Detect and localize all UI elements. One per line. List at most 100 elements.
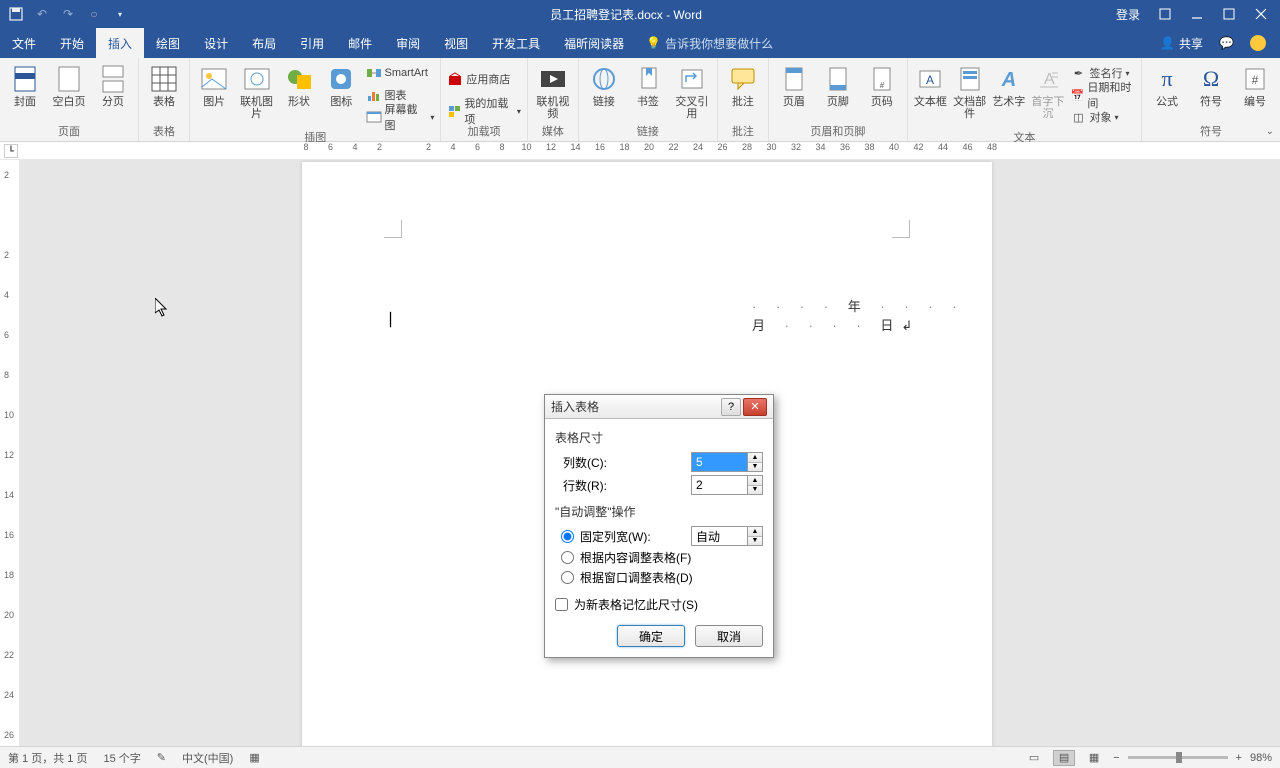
feedback-icon[interactable]: 💬 bbox=[1219, 36, 1234, 50]
fixed-width-input[interactable] bbox=[692, 527, 747, 545]
cancel-button[interactable]: 取消 bbox=[695, 625, 763, 647]
undo-icon[interactable]: ↶ bbox=[34, 6, 50, 22]
minimize-icon[interactable] bbox=[1190, 7, 1204, 21]
fixed-width-label[interactable]: 固定列宽(W): bbox=[580, 528, 685, 545]
view-web-icon[interactable]: ▦ bbox=[1083, 750, 1105, 766]
group-pages-label: 页面 bbox=[6, 121, 132, 141]
pagenum-button[interactable]: #页码 bbox=[863, 61, 901, 108]
row-spin-up[interactable]: ▲ bbox=[748, 476, 762, 486]
equation-button[interactable]: π公式 bbox=[1148, 61, 1186, 108]
tab-file[interactable]: 文件 bbox=[0, 28, 48, 58]
spellcheck-icon[interactable]: ✎ bbox=[157, 751, 166, 764]
header-button[interactable]: 页眉 bbox=[775, 61, 813, 108]
icons-button[interactable]: 图标 bbox=[323, 61, 359, 108]
share-button[interactable]: 👤共享 bbox=[1160, 35, 1203, 52]
view-print-icon[interactable]: ▤ bbox=[1053, 750, 1075, 766]
online-picture-button[interactable]: 联机图片 bbox=[238, 61, 274, 120]
tab-layout[interactable]: 布局 bbox=[240, 28, 288, 58]
table-button[interactable]: 表格 bbox=[145, 61, 183, 108]
fit-window-label[interactable]: 根据窗口调整表格(D) bbox=[580, 569, 693, 586]
fixed-width-spinbox[interactable]: ▲▼ bbox=[691, 526, 763, 546]
dialog-close-icon[interactable]: ✕ bbox=[743, 398, 767, 416]
repeat-icon[interactable]: ○ bbox=[86, 6, 102, 22]
rows-spinbox[interactable]: ▲▼ bbox=[691, 475, 763, 495]
tell-me[interactable]: 💡告诉我你想要做什么 bbox=[636, 28, 773, 58]
my-addins-button[interactable]: 我的加载项▾ bbox=[447, 101, 520, 121]
tab-foxit[interactable]: 福昕阅读器 bbox=[552, 28, 636, 58]
fit-window-radio[interactable] bbox=[561, 571, 574, 584]
document-area[interactable]: ▏ · · · · 年 · · · · 月 · · · · 日↲ 插入表格 ? … bbox=[20, 160, 1280, 746]
wordart-button[interactable]: A艺术字 bbox=[992, 61, 1025, 108]
quickparts-button[interactable]: 文档部件 bbox=[953, 61, 986, 120]
datetime-button[interactable]: 📅日期和时间 bbox=[1070, 85, 1135, 105]
tab-insert[interactable]: 插入 bbox=[96, 28, 144, 58]
crossref-button[interactable]: 交叉引用 bbox=[673, 61, 711, 120]
zoom-in-icon[interactable]: + bbox=[1236, 752, 1242, 764]
smartart-button[interactable]: SmartArt bbox=[366, 63, 435, 83]
qat-dropdown-icon[interactable]: ▾ bbox=[112, 6, 128, 22]
smiley-icon[interactable] bbox=[1250, 35, 1266, 51]
status-lang[interactable]: 中文(中国) bbox=[182, 750, 233, 766]
fw-spin-up[interactable]: ▲ bbox=[748, 527, 762, 537]
fw-spin-down[interactable]: ▼ bbox=[748, 537, 762, 546]
collapse-ribbon-icon[interactable]: ⌄ bbox=[1266, 126, 1274, 137]
save-icon[interactable] bbox=[8, 6, 24, 22]
online-video-button[interactable]: 联机视频 bbox=[534, 61, 572, 120]
number-button[interactable]: #编号 bbox=[1236, 61, 1274, 108]
tab-draw[interactable]: 绘图 bbox=[144, 28, 192, 58]
fit-contents-radio[interactable] bbox=[561, 551, 574, 564]
zoom-level[interactable]: 98% bbox=[1250, 752, 1272, 764]
redo-icon[interactable]: ↷ bbox=[60, 6, 76, 22]
tab-review[interactable]: 审阅 bbox=[384, 28, 432, 58]
pagebreak-button[interactable]: 分页 bbox=[94, 61, 132, 108]
object-button[interactable]: ◫对象▾ bbox=[1070, 107, 1135, 127]
symbol-button[interactable]: Ω符号 bbox=[1192, 61, 1230, 108]
columns-input[interactable] bbox=[692, 453, 747, 471]
blank-page-button[interactable]: 空白页 bbox=[50, 61, 88, 108]
close-icon[interactable] bbox=[1254, 7, 1268, 21]
dialog-titlebar[interactable]: 插入表格 ? ✕ bbox=[545, 395, 773, 419]
view-read-icon[interactable]: ▭ bbox=[1023, 750, 1045, 766]
fit-contents-label[interactable]: 根据内容调整表格(F) bbox=[580, 549, 691, 566]
col-spin-up[interactable]: ▲ bbox=[748, 453, 762, 463]
tab-home[interactable]: 开始 bbox=[48, 28, 96, 58]
zoom-thumb[interactable] bbox=[1176, 752, 1182, 763]
ruler-vertical[interactable]: 22468101214161820222426 bbox=[0, 160, 20, 746]
zoom-out-icon[interactable]: − bbox=[1113, 752, 1119, 764]
fixed-width-radio[interactable] bbox=[561, 530, 574, 543]
ribbon-display-icon[interactable] bbox=[1158, 7, 1172, 21]
picture-button[interactable]: 图片 bbox=[196, 61, 232, 108]
footer-button[interactable]: 页脚 bbox=[819, 61, 857, 108]
dropcap-button[interactable]: A首字下沉 bbox=[1031, 61, 1064, 120]
dialog-help-icon[interactable]: ? bbox=[721, 398, 741, 416]
ruler-horizontal[interactable]: ┗ 86422468101214161820222426283032343638… bbox=[0, 142, 1280, 160]
bookmark-button[interactable]: 书签 bbox=[629, 61, 667, 108]
maximize-icon[interactable] bbox=[1222, 7, 1236, 21]
store-button[interactable]: 应用商店 bbox=[447, 69, 520, 89]
status-words[interactable]: 15 个字 bbox=[103, 750, 140, 766]
shapes-button[interactable]: 形状 bbox=[281, 61, 317, 108]
status-page[interactable]: 第 1 页，共 1 页 bbox=[8, 750, 87, 766]
tab-references[interactable]: 引用 bbox=[288, 28, 336, 58]
ruler-corner[interactable]: ┗ bbox=[4, 144, 18, 158]
tab-design[interactable]: 设计 bbox=[192, 28, 240, 58]
textbox-button[interactable]: A文本框 bbox=[914, 61, 947, 108]
cover-page-button[interactable]: 封面 bbox=[6, 61, 44, 108]
col-spin-down[interactable]: ▼ bbox=[748, 463, 762, 472]
zoom-slider[interactable] bbox=[1128, 756, 1228, 759]
screenshot-button[interactable]: 屏幕截图▾ bbox=[366, 107, 435, 127]
login-link[interactable]: 登录 bbox=[1116, 6, 1140, 23]
tab-mailings[interactable]: 邮件 bbox=[336, 28, 384, 58]
tab-devtools[interactable]: 开发工具 bbox=[480, 28, 552, 58]
macro-icon[interactable]: ▦ bbox=[249, 751, 259, 764]
rows-input[interactable] bbox=[692, 476, 747, 494]
row-spin-down[interactable]: ▼ bbox=[748, 486, 762, 495]
ok-button[interactable]: 确定 bbox=[617, 625, 685, 647]
remember-label[interactable]: 为新表格记忆此尺寸(S) bbox=[574, 596, 698, 613]
remember-checkbox[interactable] bbox=[555, 598, 568, 611]
group-symbols-label: 符号 bbox=[1148, 121, 1274, 141]
link-button[interactable]: 链接 bbox=[585, 61, 623, 108]
tab-view[interactable]: 视图 bbox=[432, 28, 480, 58]
comment-button[interactable]: 批注 bbox=[724, 61, 762, 108]
columns-spinbox[interactable]: ▲▼ bbox=[691, 452, 763, 472]
